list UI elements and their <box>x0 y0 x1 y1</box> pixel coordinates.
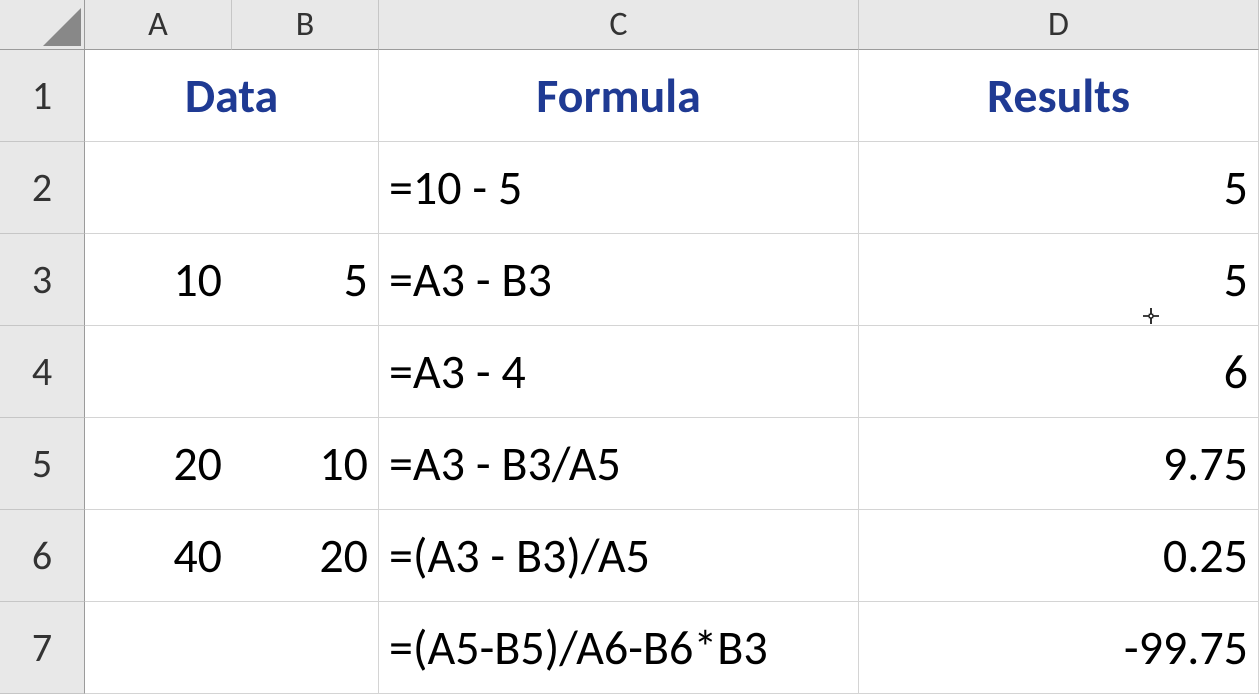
cell-A1-B1-data-header[interactable]: Data <box>85 50 379 142</box>
cell-A4[interactable] <box>85 326 232 418</box>
column-header-A[interactable]: A <box>85 0 232 50</box>
cell-A6[interactable]: 40 <box>85 510 232 602</box>
column-header-B[interactable]: B <box>232 0 379 50</box>
row-header-5[interactable]: 5 <box>0 418 85 510</box>
cell-D5[interactable]: 9.75 <box>859 418 1259 510</box>
spreadsheet-grid: A B C D 1 Data Formula Results 2 =10 - 5… <box>0 0 1259 658</box>
cell-D3[interactable]: 5 <box>859 234 1259 326</box>
cell-A2[interactable] <box>85 142 232 234</box>
row-header-4[interactable]: 4 <box>0 326 85 418</box>
column-header-C[interactable]: C <box>379 0 859 50</box>
row-header-3[interactable]: 3 <box>0 234 85 326</box>
cell-B4[interactable] <box>232 326 379 418</box>
column-header-D[interactable]: D <box>859 0 1259 50</box>
cell-D1-results-header[interactable]: Results <box>859 50 1259 142</box>
row-header-2[interactable]: 2 <box>0 142 85 234</box>
cell-C7[interactable]: =(A5-B5)/A6-B6*B3 <box>379 602 859 694</box>
row-header-1[interactable]: 1 <box>0 50 85 142</box>
cell-B2[interactable] <box>232 142 379 234</box>
cell-B3[interactable]: 5 <box>232 234 379 326</box>
cell-D7[interactable]: -99.75 <box>859 602 1259 694</box>
cell-A3[interactable]: 10 <box>85 234 232 326</box>
cell-B5[interactable]: 10 <box>232 418 379 510</box>
cell-B7[interactable] <box>232 602 379 694</box>
select-all-corner[interactable] <box>0 0 85 50</box>
cell-C5[interactable]: =A3 - B3/A5 <box>379 418 859 510</box>
cell-C1-formula-header[interactable]: Formula <box>379 50 859 142</box>
cell-C6[interactable]: =(A3 - B3)/A5 <box>379 510 859 602</box>
cell-A7[interactable] <box>85 602 232 694</box>
row-header-7[interactable]: 7 <box>0 602 85 694</box>
cell-B6[interactable]: 20 <box>232 510 379 602</box>
cell-A5[interactable]: 20 <box>85 418 232 510</box>
cell-C4[interactable]: =A3 - 4 <box>379 326 859 418</box>
row-header-6[interactable]: 6 <box>0 510 85 602</box>
cell-C2[interactable]: =10 - 5 <box>379 142 859 234</box>
cell-D2[interactable]: 5 <box>859 142 1259 234</box>
cell-D6[interactable]: 0.25 <box>859 510 1259 602</box>
cell-D4[interactable]: 6 <box>859 326 1259 418</box>
cell-C3[interactable]: =A3 - B3 <box>379 234 859 326</box>
